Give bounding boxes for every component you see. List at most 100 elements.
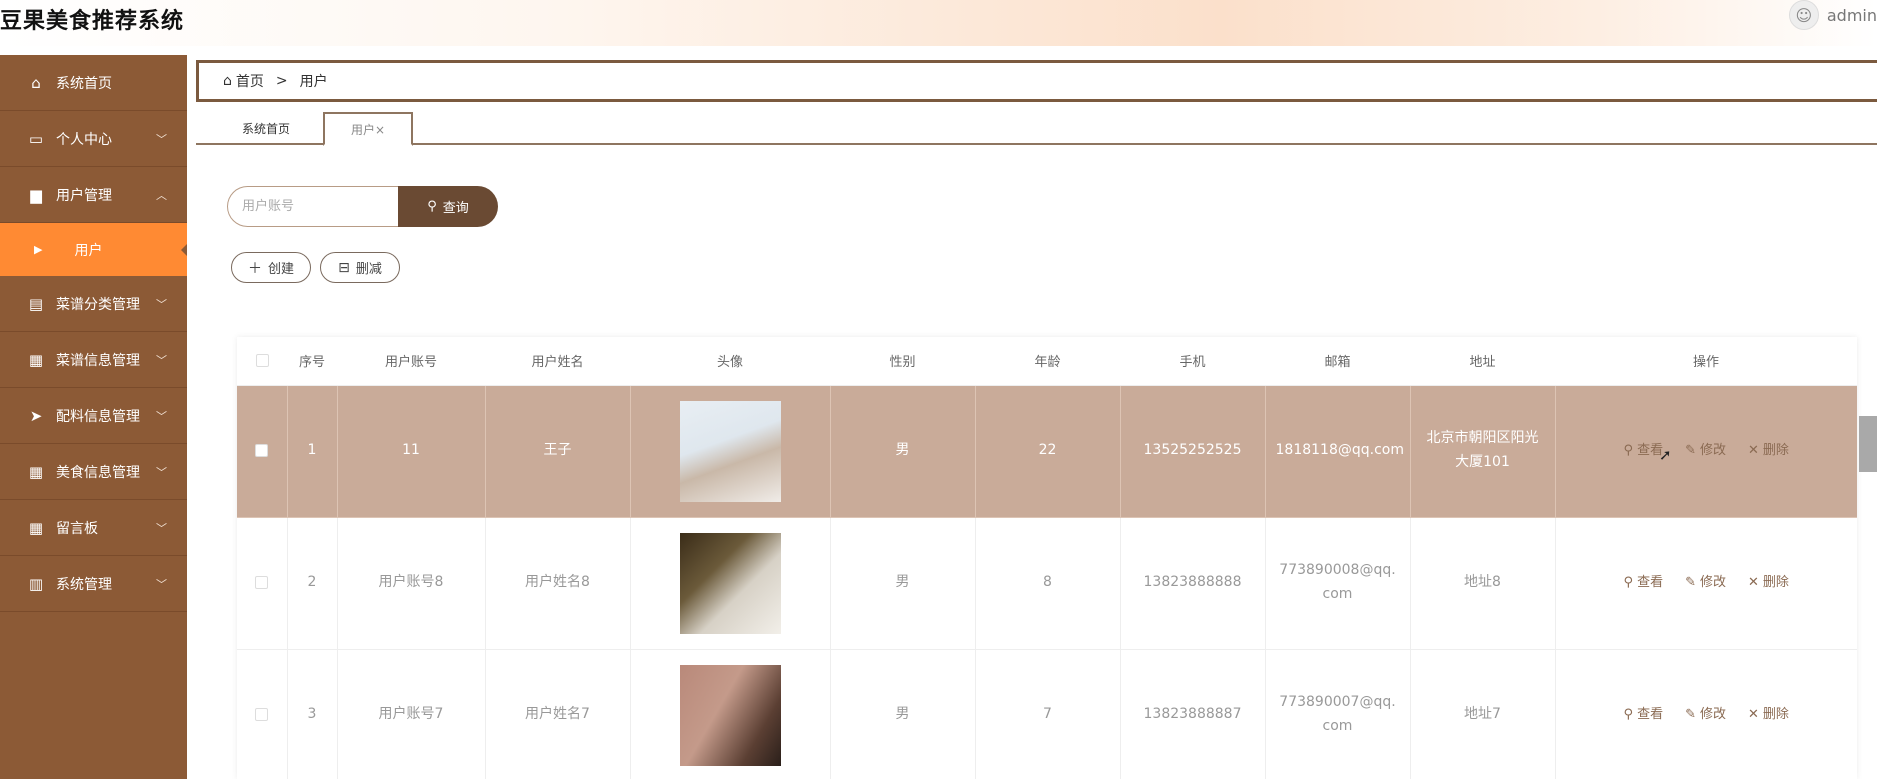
create-button-label: 创建 [267,262,294,277]
cell-address: 地址7 [1410,649,1556,779]
tab-user[interactable]: 用户× [323,112,413,146]
edit-button[interactable]: ✎ 修改 [1685,440,1726,462]
cell-no: 2 [287,517,338,650]
avatar[interactable]: ☺ [1788,0,1819,30]
view-label: 查看 [1637,574,1664,590]
minus-square-icon: ⊟ [338,259,350,276]
row-select-cell [237,385,288,518]
sidebar-item-label: 菜谱分类管理 [56,296,140,313]
sidebar-subitem-user[interactable]: ▶ 用户 [0,223,187,276]
sidebar-item-personal[interactable]: ▭ 个人中心 ﹀ [0,111,187,167]
cell-operations: ⚲ 查看 ✎ 修改 ✕ 删除 [1555,385,1857,518]
chevron-up-icon: ︿ [156,188,167,202]
close-icon: ✕ [1748,574,1759,590]
cell-name: 用户姓名7 [485,649,631,779]
close-icon: ✕ [1748,706,1759,722]
view-button[interactable]: ⚲ 查看 [1624,572,1664,594]
select-all-checkbox[interactable] [255,354,269,368]
send-icon: ➤ [29,406,43,425]
column-header: 序号 [287,337,337,386]
app-title: 豆果美食推荐系统 [0,9,185,34]
breadcrumb-home[interactable]: 首页 [236,71,264,91]
cell-phone: 13823888888 [1120,517,1266,650]
remove-button[interactable]: ✕ 删除 [1748,440,1789,462]
row-checkbox[interactable] [255,575,269,589]
sidebar-item-label: 用户管理 [56,187,112,204]
chevron-down-icon: ﹀ [156,409,167,423]
search-icon: ⚲ [1623,574,1634,590]
plus-icon: ＋ [247,260,262,277]
chevron-down-icon: ﹀ [156,132,167,146]
edit-button[interactable]: ✎ 修改 [1685,704,1726,726]
sidebar-item-home[interactable]: ⌂ 系统首页 [0,55,187,111]
column-header: 性别 [830,337,975,386]
avatar-image[interactable] [679,400,781,502]
close-icon: ✕ [1748,442,1759,458]
cell-email: 773890007@qq.com [1265,649,1411,779]
search-icon: ⚲ [1623,442,1634,458]
cell-phone: 13823888887 [1120,649,1266,779]
delete-button[interactable]: ⊟ 删减 [320,252,400,283]
username[interactable]: admin [1827,6,1877,25]
sidebar-item-label: 留言板 [56,520,98,537]
table-row[interactable]: 3 用户账号7 用户姓名7 男 7 13823888887 773890007@… [237,649,1857,779]
column-header: 手机 [1120,337,1265,386]
search-icon: ⚲ [1623,706,1634,722]
cell-avatar [630,649,831,779]
avatar-image[interactable] [679,532,781,634]
edit-label: 修改 [1700,706,1727,722]
remove-button[interactable]: ✕ 删除 [1748,704,1789,726]
breadcrumb: ⌂ 首页 > 用户 [196,60,1877,102]
row-select-cell [237,517,288,650]
view-button[interactable]: ⚲ 查看 [1624,704,1664,726]
table-row[interactable]: 2 用户账号8 用户姓名8 男 8 13823888888 773890008@… [237,517,1857,650]
bar-chart-icon: ▥ [28,574,44,593]
sidebar-item-label: 系统首页 [56,75,112,92]
search-icon: ⚲ [427,199,437,214]
chevron-down-icon: ﹀ [156,297,167,311]
sidebar: ⌂ 系统首页 ▭ 个人中心 ﹀ ▆ 用户管理 ︿ ▶ 用户 ▤ 菜谱分类管理 ﹀… [0,55,187,779]
cell-address: 北京市朝阳区阳光大厦101 [1410,385,1556,518]
clipboard-icon: ▤ [28,294,44,313]
sidebar-item-food-info[interactable]: ▦ 美食信息管理 ﹀ [0,444,187,500]
sidebar-item-recipe-info[interactable]: ▦ 菜谱信息管理 ﹀ [0,332,187,388]
breadcrumb-current: 用户 [299,74,328,90]
user-area[interactable]: ☺ admin [1788,0,1877,30]
table-header-row: 序号 用户账号 用户姓名 头像 性别 年龄 手机 邮箱 地址 操作 [237,337,1857,386]
search-button[interactable]: ⚲ 查询 [398,186,498,227]
table-row[interactable]: 1 11 王子 男 22 13525252525 1818118@qq.com … [237,385,1857,518]
sidebar-item-recipe-category[interactable]: ▤ 菜谱分类管理 ﹀ [0,276,187,332]
caret-right-icon: ▶ [34,243,43,256]
view-button[interactable]: ⚲ 查看 [1624,440,1664,462]
create-button[interactable]: ＋ 创建 [231,252,311,283]
home-icon[interactable]: ⌂ [223,73,232,89]
cell-gender: 男 [830,517,976,650]
row-checkbox[interactable] [255,707,269,721]
cell-email: 1818118@qq.com [1265,385,1411,518]
sidebar-item-message-board[interactable]: ▦ 留言板 ﹀ [0,500,187,556]
avatar-image[interactable] [679,664,781,766]
tab-home[interactable]: 系统首页 [226,112,306,144]
briefcase-icon: ▆ [30,185,42,204]
chevron-down-icon: ﹀ [156,465,167,479]
column-header: 用户姓名 [485,337,630,386]
sidebar-item-system[interactable]: ▥ 系统管理 ﹀ [0,556,187,612]
top-header: 豆果美食推荐系统 ☺ admin [0,0,1877,46]
edit-label: 修改 [1700,442,1727,458]
cell-age: 7 [975,649,1121,779]
cell-gender: 男 [830,385,976,518]
tabs-bar: 系统首页 用户× [196,111,1877,146]
pencil-icon: ✎ [1685,706,1696,722]
chevron-down-icon: ﹀ [156,353,167,367]
search-button-label: 查询 [442,201,469,216]
cell-address: 地址8 [1410,517,1556,650]
row-select-cell [237,649,288,779]
remove-button[interactable]: ✕ 删除 [1748,572,1789,594]
sidebar-item-user-management[interactable]: ▆ 用户管理 ︿ [0,167,187,223]
scrollbar-thumb[interactable] [1859,416,1877,472]
sidebar-item-ingredient-info[interactable]: ➤ 配料信息管理 ﹀ [0,388,187,444]
search-input[interactable] [227,186,399,227]
edit-button[interactable]: ✎ 修改 [1685,572,1726,594]
sidebar-item-label: 菜谱信息管理 [56,352,140,369]
row-checkbox[interactable] [255,443,269,457]
